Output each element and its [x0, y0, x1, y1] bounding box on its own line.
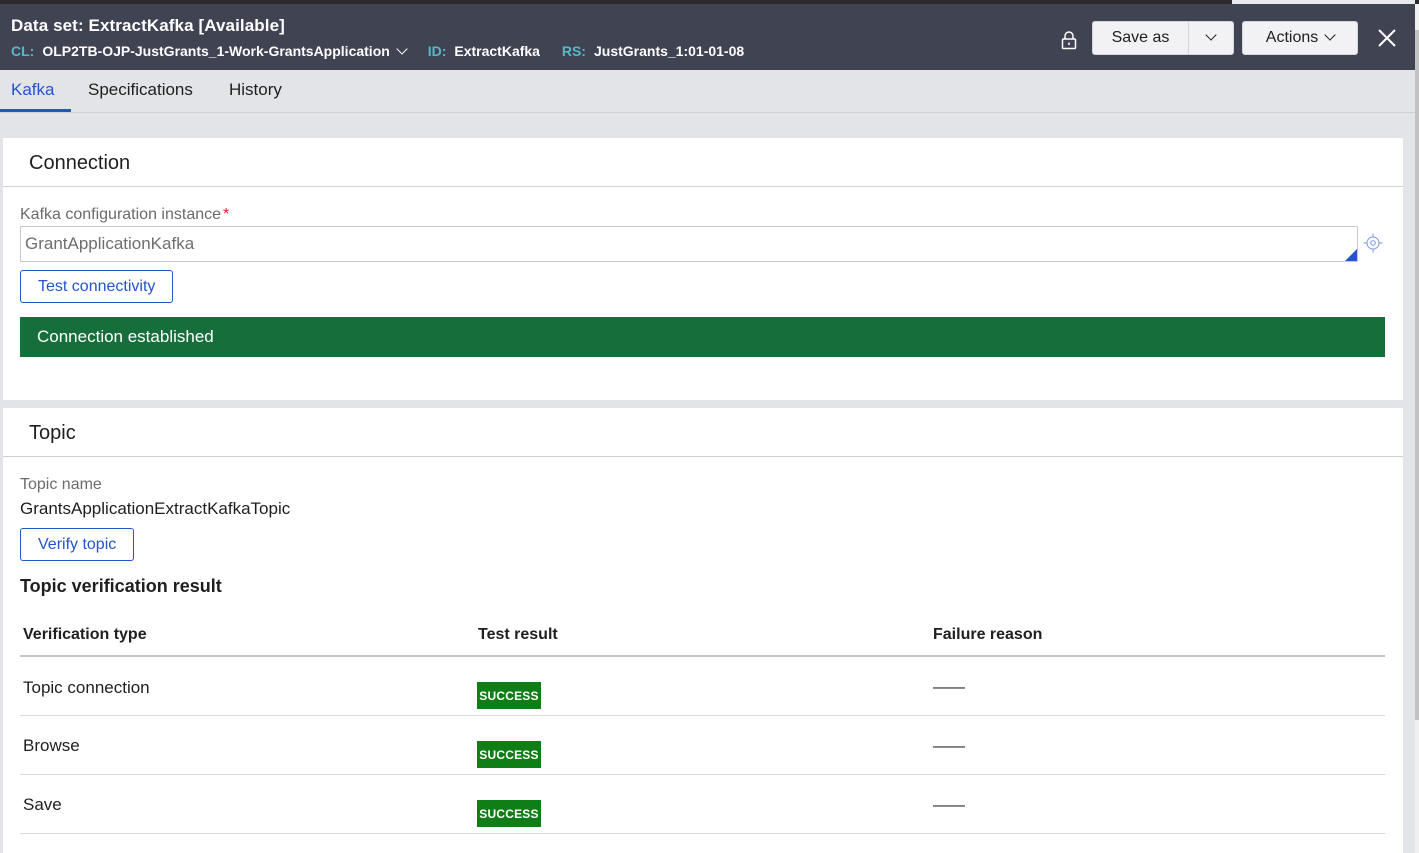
- save-as-dropdown-button[interactable]: [1188, 21, 1234, 55]
- class-meta[interactable]: CL: OLP2TB-OJP-JustGrants_1-Work-GrantsAp…: [11, 43, 408, 59]
- topic-title: Topic: [29, 422, 76, 444]
- actions-button[interactable]: Actions: [1242, 21, 1358, 55]
- actions-label: Actions: [1265, 29, 1319, 46]
- column-header-failure-reason: Failure reason: [933, 626, 1043, 643]
- topic-section: Topic Topic name GrantsApplicationExtrac…: [3, 408, 1403, 853]
- tab-bar: Kafka Specifications History: [0, 70, 1415, 113]
- page-title: Data set: ExtractKafka [Available]: [11, 16, 285, 35]
- rule-meta: CL: OLP2TB-OJP-JustGrants_1-Work-GrantsAp…: [11, 43, 762, 59]
- save-as-button[interactable]: Save as: [1092, 21, 1189, 55]
- scrollbar-thumb[interactable]: [1415, 30, 1419, 720]
- verification-type-cell: Save: [23, 795, 62, 814]
- id-meta: ID: ExtractKafka: [428, 43, 540, 59]
- tab-kafka[interactable]: Kafka: [11, 80, 54, 100]
- verification-result-heading: Topic verification result: [20, 576, 222, 596]
- column-header-verification-type: Verification type: [23, 626, 147, 643]
- failure-reason-cell: ——: [933, 679, 965, 696]
- status-badge: SUCCESS: [477, 682, 541, 709]
- verify-topic-button[interactable]: Verify topic: [20, 528, 135, 561]
- tab-history[interactable]: History: [229, 80, 282, 100]
- status-badge: SUCCESS: [477, 800, 541, 827]
- kafka-config-label-text: Kafka configuration instance: [20, 206, 222, 223]
- tab-specifications[interactable]: Specifications: [88, 80, 193, 100]
- test-connectivity-button[interactable]: Test connectivity: [20, 270, 174, 303]
- ruleset-label: RS:: [561, 43, 586, 59]
- failure-reason-cell: ——: [933, 797, 965, 814]
- ruleset-value: JustGrants_1:01-01-08: [593, 43, 745, 59]
- connection-status-banner: Connection established: [20, 317, 1385, 357]
- chevron-down-icon: [1324, 29, 1336, 41]
- id-value: ExtractKafka: [454, 43, 540, 59]
- table-row: Topic connection SUCCESS ——: [20, 657, 1385, 716]
- active-tab-indicator: [0, 109, 71, 112]
- close-icon[interactable]: [1376, 27, 1398, 49]
- required-marker: *: [223, 206, 230, 223]
- table-row: Browse SUCCESS ——: [20, 716, 1385, 775]
- rule-header: Data set: ExtractKafka [Available] CL: OL…: [0, 4, 1415, 70]
- kafka-config-input[interactable]: [20, 226, 1358, 262]
- crosshair-icon[interactable]: [1363, 233, 1383, 253]
- chevron-down-icon: [1205, 29, 1217, 41]
- kafka-config-label: Kafka configuration instance *: [20, 206, 229, 224]
- autocomplete-corner-icon: [1345, 249, 1357, 261]
- chevron-down-icon[interactable]: [396, 43, 408, 55]
- failure-reason-cell: ——: [933, 738, 965, 755]
- topic-name-label: Topic name: [20, 476, 102, 493]
- verification-type-cell: Browse: [23, 736, 80, 755]
- lock-icon[interactable]: [1061, 30, 1077, 50]
- ruleset-meta: RS: JustGrants_1:01-01-08: [562, 43, 744, 59]
- connection-section: Connection Kafka configuration instance *…: [3, 138, 1403, 400]
- connection-title: Connection: [29, 152, 131, 174]
- section-divider: [3, 456, 1403, 457]
- column-header-test-result: Test result: [478, 626, 558, 643]
- class-value: OLP2TB-OJP-JustGrants_1-Work-GrantsAppli…: [42, 43, 390, 59]
- table-row: Save SUCCESS ——: [20, 775, 1385, 834]
- class-label: CL:: [11, 43, 35, 59]
- id-label: ID:: [427, 43, 447, 59]
- section-divider: [3, 186, 1403, 187]
- verification-type-cell: Topic connection: [23, 678, 150, 697]
- topic-name-value: GrantsApplicationExtractKafkaTopic: [20, 499, 291, 518]
- status-badge: SUCCESS: [477, 741, 541, 768]
